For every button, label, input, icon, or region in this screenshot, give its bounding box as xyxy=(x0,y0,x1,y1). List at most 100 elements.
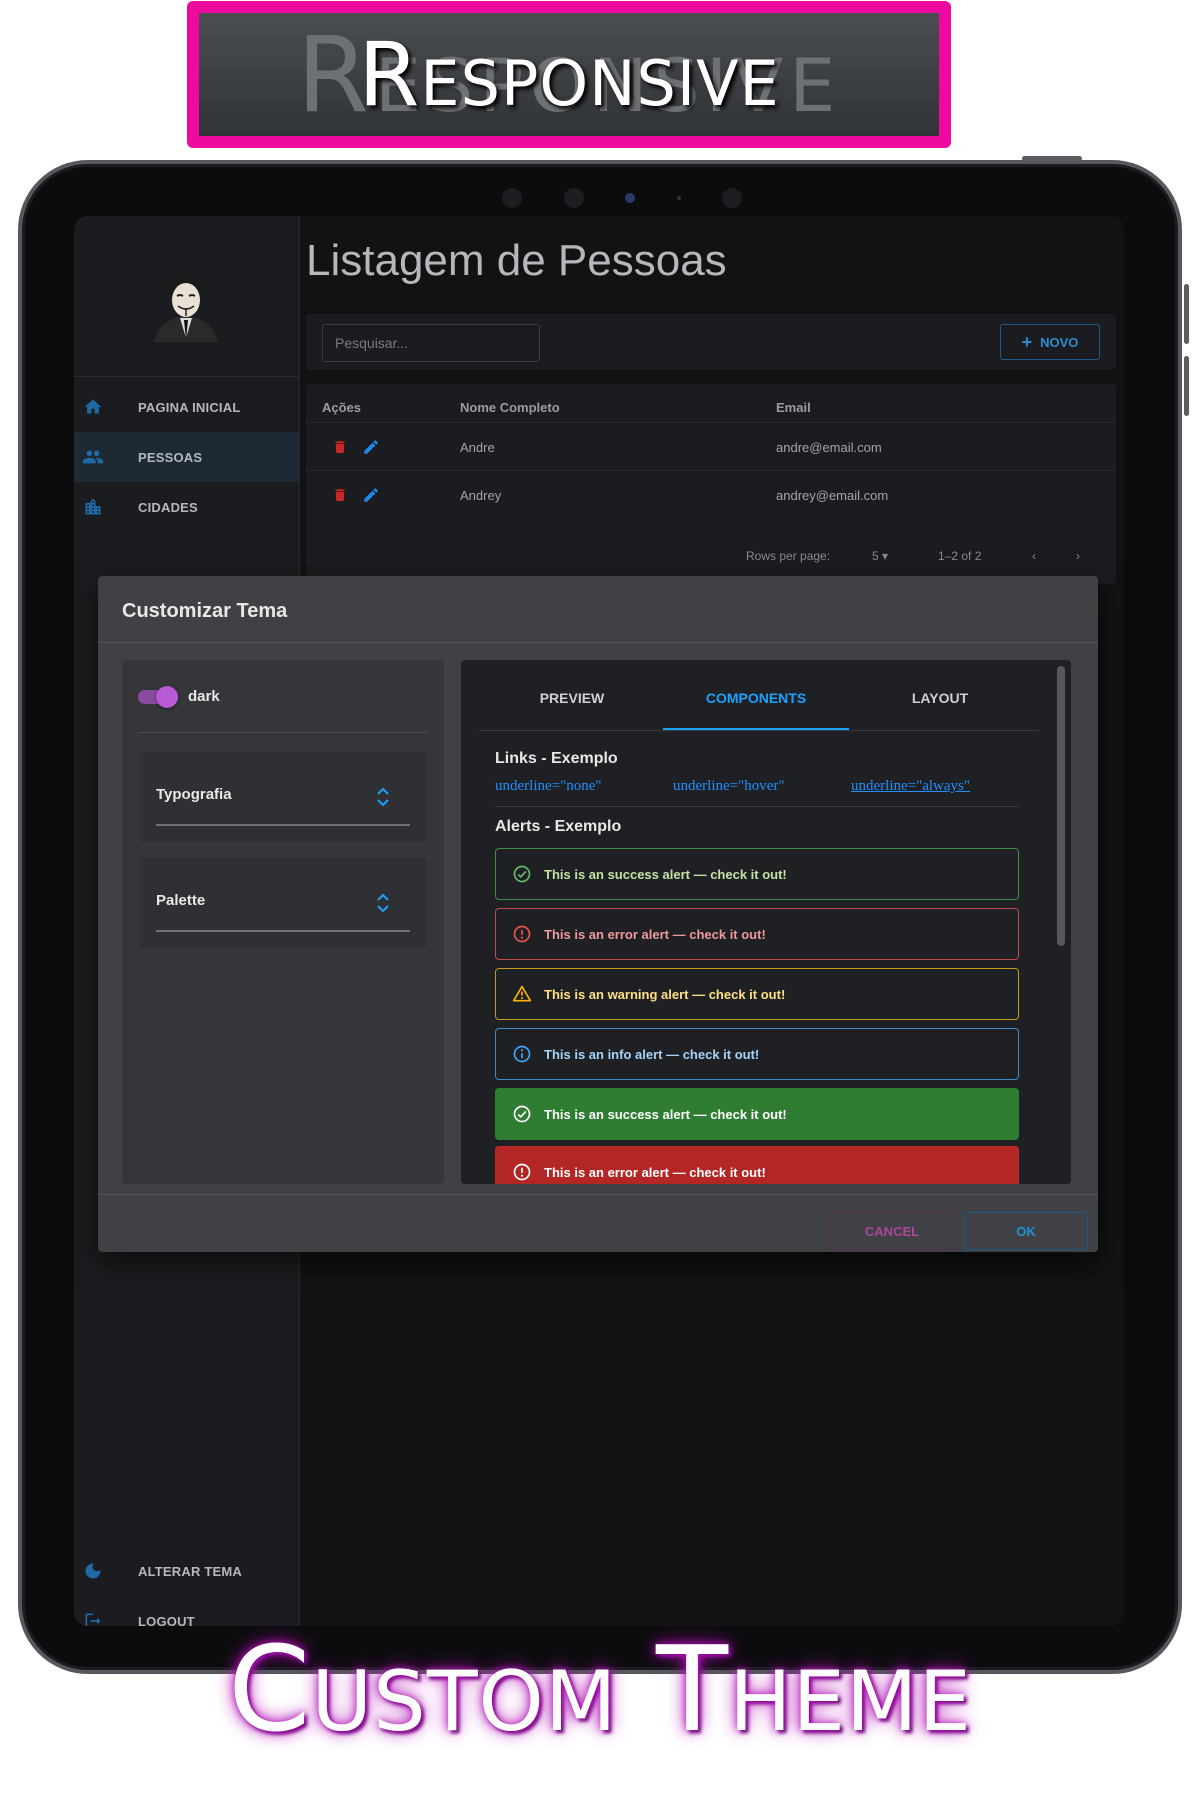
alert-success-outlined: This is an success alert — check it out! xyxy=(495,848,1019,900)
people-icon xyxy=(82,446,104,468)
sensor-icon xyxy=(502,188,522,208)
preview-panel: PREVIEW COMPONENTS LAYOUT Links - Exempl… xyxy=(461,660,1071,1184)
typography-select[interactable]: Typografia xyxy=(140,752,426,842)
dialog-header-divider xyxy=(98,642,1098,643)
switch-thumb xyxy=(156,686,178,708)
edit-icon[interactable] xyxy=(362,438,380,461)
links-section-title: Links - Exemplo xyxy=(495,750,618,767)
alert-message: This is an error alert — check it out! xyxy=(544,926,766,942)
tabs-divider xyxy=(479,730,1039,731)
column-header-name[interactable]: Nome Completo xyxy=(460,400,560,415)
banner-panel: Responsive Responsive xyxy=(199,13,939,136)
sensor-icon xyxy=(676,196,681,200)
sidebar-item-label: PAGINA INICIAL xyxy=(138,399,241,415)
alerts-section-title: Alerts - Exemplo xyxy=(495,818,622,835)
alert-message: This is an error alert — check it out! xyxy=(544,1164,766,1180)
expand-icon xyxy=(377,787,389,807)
sidebar-item-label: ALTERAR TEMA xyxy=(138,1563,242,1579)
links-divider xyxy=(495,806,1019,807)
power-button xyxy=(1022,156,1082,161)
caret-down-icon: ▾ xyxy=(882,549,889,563)
typography-select-label: Typografia xyxy=(156,786,232,803)
alert-warning-outlined: This is an warning alert — check it out! xyxy=(495,968,1019,1020)
banner: Responsive Responsive xyxy=(187,1,951,148)
ok-button[interactable]: OK xyxy=(964,1212,1088,1250)
info-icon xyxy=(512,1044,532,1064)
avatar[interactable] xyxy=(146,264,226,344)
cell-name: Andrey xyxy=(460,488,502,503)
rows-per-page-label: Rows per page: xyxy=(746,549,831,563)
column-header-actions: Ações xyxy=(322,400,362,415)
sensor-icon xyxy=(722,188,742,208)
alert-error-outlined: This is an error alert — check it out! xyxy=(495,908,1019,960)
delete-icon[interactable] xyxy=(332,486,348,509)
row-divider xyxy=(306,470,1116,471)
row-actions xyxy=(332,486,380,509)
alert-info-outlined: This is an info alert — check it out! xyxy=(495,1028,1019,1080)
sidebar-item-pagina-inicial[interactable]: PAGINA INICIAL xyxy=(74,382,300,432)
cell-email: andrey@email.com xyxy=(776,488,889,503)
cell-email: andre@email.com xyxy=(776,440,882,455)
page-title: Listagem de Pessoas xyxy=(306,236,727,285)
delete-icon[interactable] xyxy=(332,438,348,461)
alert-message: This is an success alert — check it out! xyxy=(544,866,787,882)
sidebar-item-label: PESSOAS xyxy=(138,449,203,465)
next-page-icon[interactable]: › xyxy=(1076,549,1080,563)
check-circle-icon xyxy=(512,1104,532,1124)
dark-mode-switch[interactable] xyxy=(138,686,178,708)
sidebar-item-alterar-tema[interactable]: ALTERAR TEMA xyxy=(74,1546,300,1596)
dialog-title: Customizar Tema xyxy=(122,600,288,622)
home-icon xyxy=(82,396,104,418)
error-icon xyxy=(512,924,532,944)
tab-preview[interactable]: PREVIEW xyxy=(479,690,665,706)
alert-error-filled: This is an error alert — check it out! xyxy=(495,1146,1019,1184)
camera-icon xyxy=(625,193,635,203)
select-underline xyxy=(156,824,410,826)
prev-page-icon[interactable]: ‹ xyxy=(1032,549,1036,563)
scrollbar[interactable] xyxy=(1057,666,1065,946)
row-actions xyxy=(332,438,380,461)
check-circle-icon xyxy=(512,864,532,884)
alert-message: This is an warning alert — check it out! xyxy=(544,986,786,1002)
link-underline-none[interactable]: underline="none" xyxy=(495,778,602,795)
alert-message: This is an success alert — check it out! xyxy=(544,1106,787,1122)
edit-icon[interactable] xyxy=(362,486,380,509)
new-button[interactable]: + NOVO xyxy=(1000,324,1100,360)
search-input[interactable] xyxy=(322,324,540,362)
tab-components[interactable]: COMPONENTS xyxy=(663,690,849,706)
warning-icon xyxy=(512,984,532,1004)
city-icon xyxy=(82,496,104,518)
new-button-label: NOVO xyxy=(1040,334,1079,350)
cell-name: Andre xyxy=(460,440,495,455)
rows-per-page-select[interactable]: 5 ▾ xyxy=(872,549,888,563)
rows-per-page-value: 5 xyxy=(872,549,879,563)
sidebar-item-pessoas[interactable]: PESSOAS xyxy=(74,432,300,482)
link-underline-always[interactable]: underline="always" xyxy=(851,778,970,795)
header-divider xyxy=(306,422,1116,423)
volume-up-button xyxy=(1184,284,1189,344)
alert-success-filled: This is an success alert — check it out! xyxy=(495,1088,1019,1140)
preview-tabs: PREVIEW COMPONENTS LAYOUT xyxy=(461,660,1051,730)
palette-select[interactable]: Palette xyxy=(140,858,426,948)
caption-title: Custom Theme xyxy=(228,1620,972,1758)
plus-icon: + xyxy=(1021,332,1033,352)
banner-title: Responsive xyxy=(358,23,780,126)
palette-select-label: Palette xyxy=(156,892,206,909)
sidebar-item-cidades[interactable]: CIDADES xyxy=(74,482,300,532)
alert-message: This is an info alert — check it out! xyxy=(544,1046,760,1062)
sidebar-divider xyxy=(74,376,299,377)
customize-theme-dialog: Customizar Tema dark Typografia Palette … xyxy=(98,576,1098,1252)
pagination-range: 1–2 of 2 xyxy=(938,549,982,563)
error-icon xyxy=(512,1162,532,1182)
camera-bar xyxy=(502,184,742,212)
moon-icon xyxy=(82,1560,104,1582)
cancel-button[interactable]: CANCEL xyxy=(830,1212,954,1250)
sensor-icon xyxy=(563,188,584,208)
expand-icon xyxy=(377,893,389,913)
tab-layout[interactable]: LAYOUT xyxy=(847,690,1033,706)
people-table: Ações Nome Completo Email Andre andre@em… xyxy=(306,384,1116,584)
column-header-email[interactable]: Email xyxy=(776,400,811,415)
dialog-footer-divider xyxy=(98,1194,1098,1195)
volume-down-button xyxy=(1184,356,1189,416)
link-underline-hover[interactable]: underline="hover" xyxy=(673,778,785,795)
